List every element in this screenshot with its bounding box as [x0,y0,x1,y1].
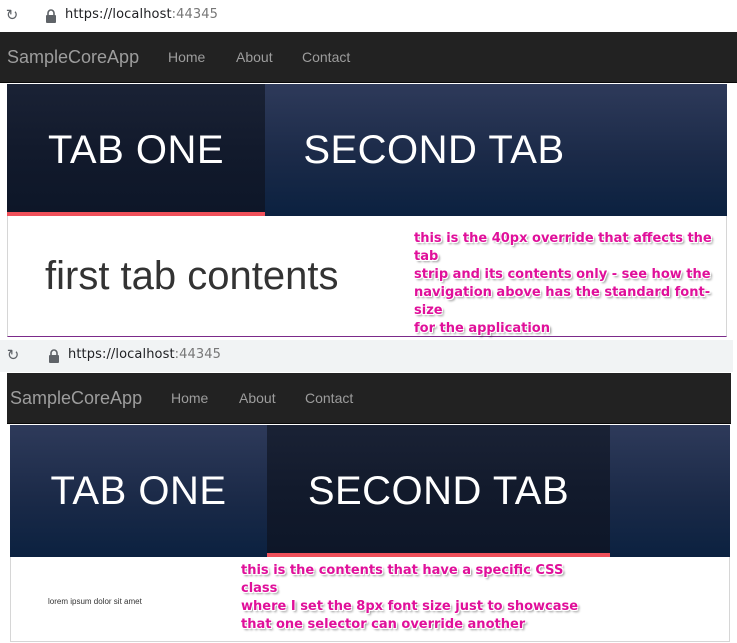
nav-link-home[interactable]: Home [168,49,205,65]
annotation-bottom: this is the contents that have a specifi… [241,562,581,634]
url-host: https://localhost [65,7,172,22]
tab-contents-text: first tab contents [45,254,339,298]
nav-link-contact[interactable]: Contact [305,390,353,406]
tab-second-label: SECOND TAB [303,128,565,172]
tab-second[interactable]: SECOND TAB [265,84,603,216]
tab-one[interactable]: TAB ONE [10,425,267,557]
nav-link-home[interactable]: Home [171,390,208,406]
url-text[interactable]: https://localhost:44345 [65,7,218,22]
address-bar: ↻ https://localhost:44345 [0,0,737,32]
brand-link[interactable]: SampleCoreApp [7,47,139,68]
screenshot-top: ↻ https://localhost:44345 SampleCoreApp … [0,0,737,338]
url-host: https://localhost [68,347,175,362]
nav-link-contact[interactable]: Contact [302,49,350,65]
brand-link[interactable]: SampleCoreApp [10,388,142,409]
annotation-line: this is the 40px override that affects t… [414,231,712,264]
tab-strip: TAB ONE SECOND TAB [7,84,727,216]
url-port: :44345 [174,347,221,362]
annotation-line: navigation above has the standard font-s… [414,285,711,318]
url-port: :44345 [171,7,218,22]
tab-second-label: SECOND TAB [307,469,570,513]
navbar: SampleCoreApp Home About Contact [7,373,731,424]
address-bar: ↻ https://localhost:44345 [0,340,733,372]
nav-link-about[interactable]: About [239,390,276,406]
screenshot-bottom: ↻ https://localhost:44345 SampleCoreApp … [0,340,737,643]
nav-link-about[interactable]: About [236,49,273,65]
annotation-line: this is the contents that have a specifi… [241,563,564,596]
tab-one-label: TAB ONE [47,128,225,172]
tab-one-label: TAB ONE [50,469,227,513]
url-text[interactable]: https://localhost:44345 [68,347,221,362]
tab-contents-text: lorem ipsum dolor sit amet [48,597,142,606]
lock-icon [47,348,61,364]
annotation-top: this is the 40px override that affects t… [414,230,734,338]
navbar: SampleCoreApp Home About Contact [0,32,737,83]
annotation-line: for the application [414,321,550,336]
tab-strip: TAB ONE SECOND TAB [10,425,730,557]
annotation-line: that one selector can override another [241,617,526,632]
annotation-line: where I set the 8px font size just to sh… [241,599,579,614]
lock-icon [44,8,58,24]
tab-one[interactable]: TAB ONE [7,84,265,216]
reload-icon[interactable]: ↻ [3,6,21,24]
annotation-line: strip and its contents only - see how th… [414,267,711,282]
tab-second[interactable]: SECOND TAB [267,425,610,557]
reload-icon[interactable]: ↻ [4,346,22,364]
